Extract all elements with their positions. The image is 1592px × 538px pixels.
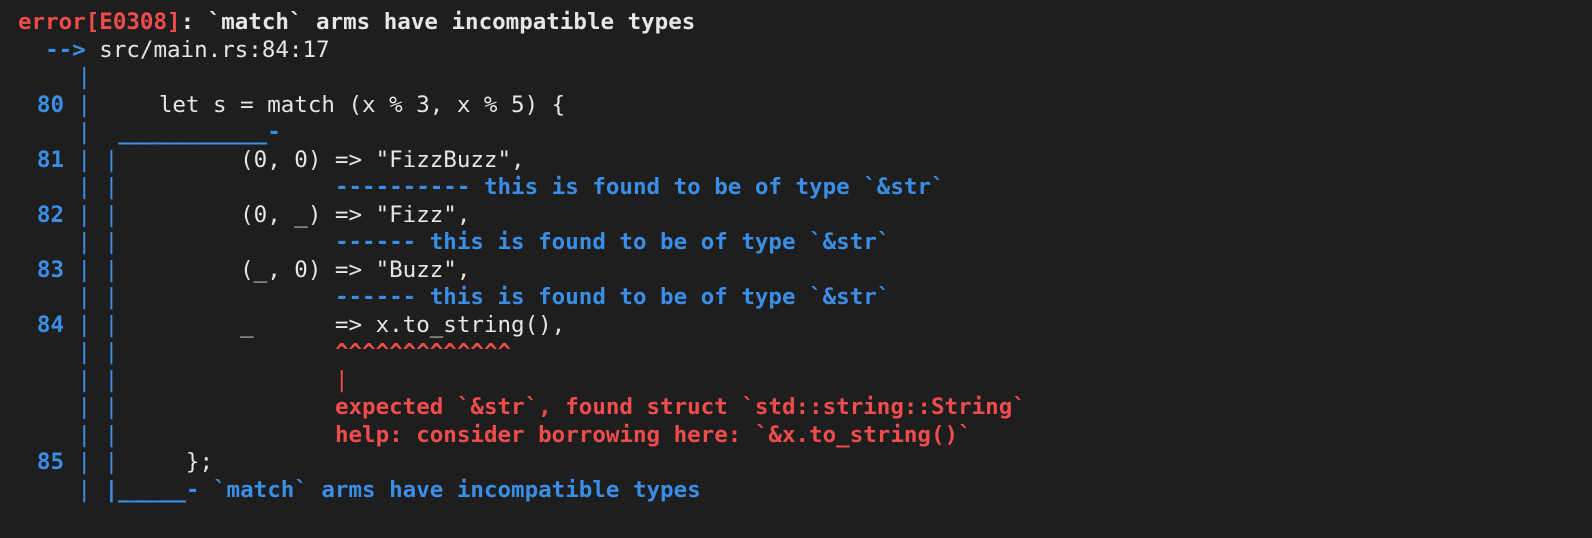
annotation-84-help: | | help: consider borrowing here: `&x.t… (77, 421, 972, 448)
match-end-marker: | |_____- `match` arms have incompatible… (77, 476, 701, 503)
code-line-80: 80 | let s = match (x % 3, x % 5) { (18, 92, 565, 120)
code-line-83: 83 | | (_, 0) => "Buzz", (18, 257, 470, 285)
line-number: 82 (36, 201, 64, 228)
location-path: src/main.rs:84:17 (99, 36, 330, 63)
annotation-84-expected: | | expected `&str`, found struct `std::… (77, 394, 1026, 420)
annotation-84-pipe: | | | (77, 366, 349, 393)
annotation-84-carets: | | ^^^^^^^^^^^^^ (77, 339, 512, 365)
gutter-line: | (18, 64, 92, 92)
arm-type-label: this is found to be of type `&str` (429, 284, 891, 310)
location-arrow: --> (45, 36, 86, 63)
match-start-marker: | ___________- (77, 119, 281, 145)
expected-message: expected `&str`, found struct `std::stri… (334, 394, 1026, 420)
code-text: (_, 0) => "Buzz", (118, 256, 471, 283)
help-message: help: consider borrowing here: `&x.to_st… (334, 421, 972, 448)
match-start-underline: ___________- (118, 119, 281, 145)
arm-dashes: ------ (334, 284, 417, 310)
error-carets: ^^^^^^^^^^^^^ (334, 339, 512, 365)
line-number: 83 (36, 256, 64, 283)
code-line-84: 84 | | _ => x.to_string(), (18, 312, 565, 340)
arm-dashes: ---------- (334, 174, 471, 200)
code-text: let s = match (x % 3, x % 5) { (91, 91, 566, 118)
arm-type-label: this is found to be of type `&str` (483, 174, 945, 200)
code-text: (0, 0) => "FizzBuzz", (118, 146, 525, 173)
code-text: }; (118, 449, 214, 475)
line-number: 85 (36, 449, 64, 475)
error-code: error[E0308] (18, 9, 181, 35)
arm-dashes: ------ (334, 229, 417, 255)
error-pipe: | (334, 366, 349, 393)
annotation-82: | | ------ this is found to be of type `… (77, 229, 891, 255)
gutter-bar: | (77, 64, 92, 90)
line-number: 81 (36, 146, 64, 173)
line-number: 84 (36, 311, 64, 338)
code-text: _ => x.to_string(), (118, 311, 566, 338)
match-end-label: `match` arms have incompatible types (213, 476, 701, 503)
code-line-85: 85 | | }; (18, 449, 213, 477)
line-number: 80 (36, 91, 64, 118)
terminal-output: error[E0308]: `match` arms have incompat… (18, 9, 1578, 529)
code-line-81: 81 | | (0, 0) => "FizzBuzz", (18, 147, 525, 175)
error-location: --> src/main.rs:84:17 (18, 36, 330, 65)
annotation-81: | | ---------- this is found to be of ty… (77, 174, 945, 200)
code-text: (0, _) => "Fizz", (118, 201, 471, 228)
annotation-83: | | ------ this is found to be of type `… (77, 284, 891, 310)
code-line-82: 82 | | (0, _) => "Fizz", (18, 202, 470, 230)
match-end-underline: |_____- (104, 476, 200, 503)
arm-type-label: this is found to be of type `&str` (429, 229, 891, 255)
error-header: error[E0308]: `match` arms have incompat… (18, 9, 695, 37)
error-message: : `match` arms have incompatible types (180, 9, 696, 35)
